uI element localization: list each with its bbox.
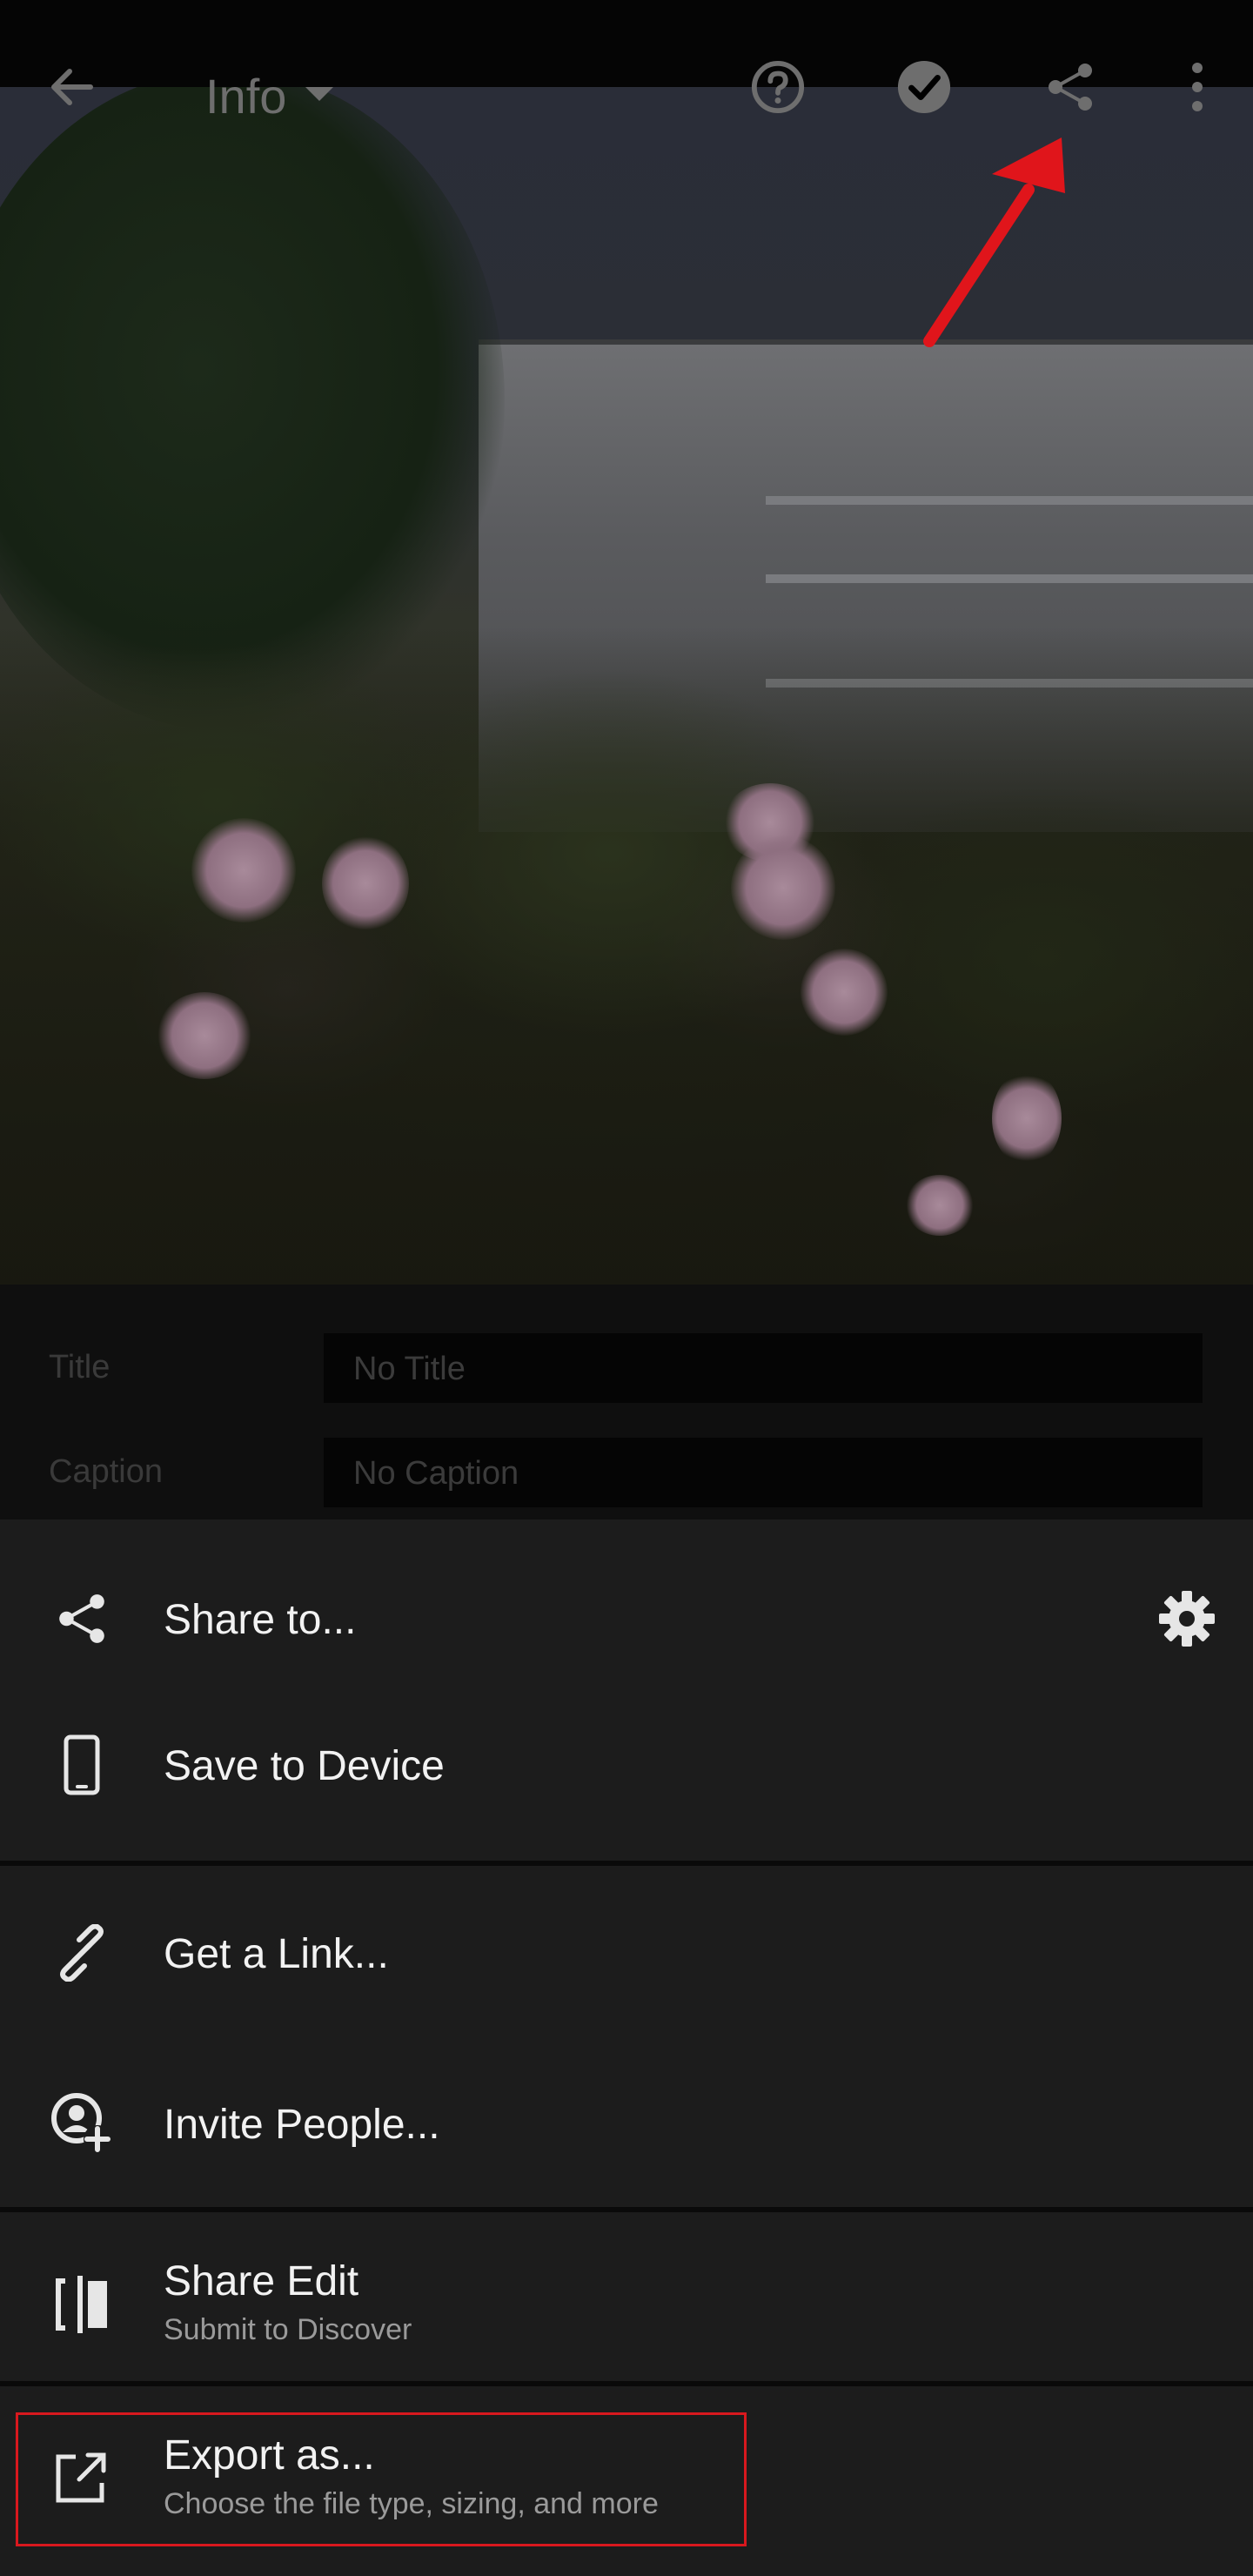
share-edit-subtitle: Submit to Discover: [164, 2313, 412, 2346]
share-edit-item[interactable]: Share Edit Submit to Discover: [0, 2245, 1253, 2367]
more-vertical-icon[interactable]: [1169, 59, 1225, 115]
title-field[interactable]: No Title: [324, 1333, 1203, 1403]
top-app-bar: Info: [0, 26, 1253, 148]
section-divider: [0, 1861, 1253, 1866]
share-icon[interactable]: [1042, 59, 1098, 115]
caption-field[interactable]: No Caption: [324, 1438, 1203, 1507]
invite-people-label: Invite People...: [164, 2102, 440, 2148]
caption-label: Caption: [49, 1453, 163, 1490]
compare-icon: [49, 2271, 115, 2338]
caption-row: Caption No Caption: [0, 1438, 1253, 1507]
get-link-item[interactable]: Get a Link...: [0, 1906, 1253, 2002]
share-to-label: Share to...: [164, 1597, 357, 1643]
title-row: Title No Title: [0, 1333, 1253, 1403]
dropdown-caret-icon: [304, 84, 335, 109]
info-mode-selector[interactable]: Info: [205, 69, 335, 124]
photo-preview: [0, 87, 1253, 1285]
gear-icon[interactable]: [1154, 1586, 1220, 1652]
annotation-highlight-box: [16, 2412, 747, 2546]
save-to-device-item[interactable]: Save to Device: [0, 1718, 1253, 1814]
section-divider: [0, 2207, 1253, 2212]
checkmark-icon[interactable]: [896, 59, 952, 115]
save-to-device-label: Save to Device: [164, 1743, 445, 1789]
title-label: Title: [49, 1349, 111, 1385]
info-panel: Title No Title Caption No Caption: [0, 1285, 1253, 1519]
share-to-item[interactable]: Share to...: [0, 1572, 1253, 1667]
section-divider: [0, 2381, 1253, 2386]
get-link-label: Get a Link...: [164, 1931, 389, 1977]
share-edit-label: Share Edit: [164, 2258, 359, 2304]
invite-people-item[interactable]: Invite People...: [0, 2076, 1253, 2172]
share-icon: [49, 1586, 115, 1652]
help-icon[interactable]: [750, 59, 806, 115]
back-arrow-icon[interactable]: [44, 59, 99, 115]
link-icon: [49, 1920, 115, 1986]
add-person-icon: [49, 2090, 115, 2157]
page-title: Info: [205, 68, 287, 124]
phone-icon: [49, 1732, 115, 1798]
